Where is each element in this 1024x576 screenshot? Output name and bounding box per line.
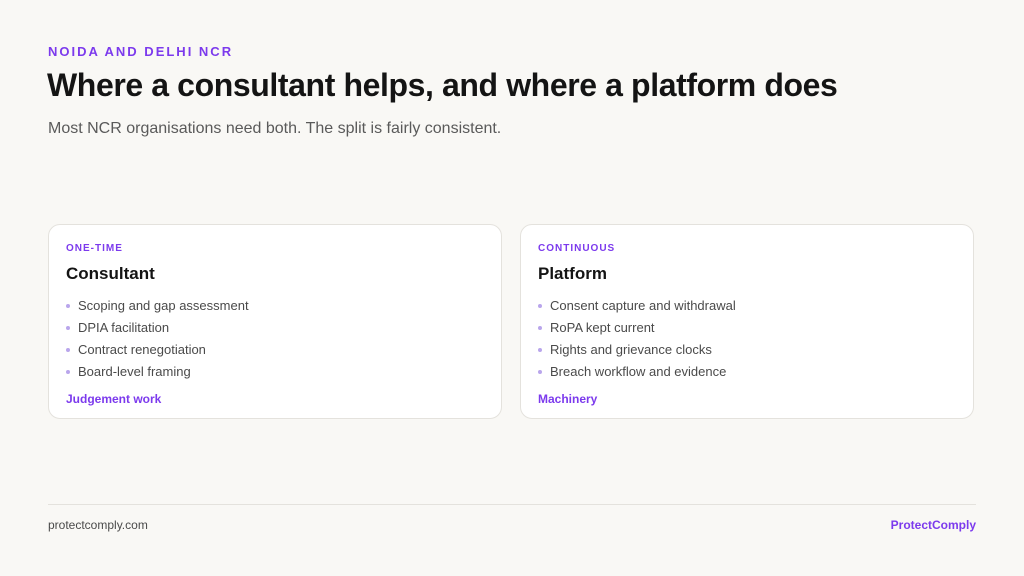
card-tag: CONTINUOUS [538, 243, 616, 254]
bullet-icon [538, 304, 542, 308]
consultant-card: ONE-TIME Consultant Scoping and gap asse… [48, 224, 502, 419]
bullet-icon [66, 370, 70, 374]
card-list: Consent capture and withdrawal RoPA kept… [538, 295, 956, 383]
card-title: Consultant [66, 264, 155, 283]
card-footer-label: Machinery [538, 392, 598, 406]
list-item-text: DPIA facilitation [78, 320, 170, 335]
card-list: Scoping and gap assessment DPIA facilita… [66, 295, 484, 383]
list-item: Board-level framing [66, 361, 484, 383]
card-tag: ONE-TIME [66, 243, 123, 254]
page-subtitle: Most NCR organisations need both. The sp… [48, 120, 502, 137]
site-url: protectcomply.com [48, 518, 148, 532]
bullet-icon [66, 348, 70, 352]
bullet-icon [538, 370, 542, 374]
list-item: DPIA facilitation [66, 317, 484, 339]
list-item: RoPA kept current [538, 317, 956, 339]
list-item-text: Board-level framing [78, 364, 191, 379]
bullet-icon [66, 304, 70, 308]
footer-divider [48, 504, 976, 505]
list-item-text: Consent capture and withdrawal [550, 298, 736, 313]
bullet-icon [538, 326, 542, 330]
list-item: Scoping and gap assessment [66, 295, 484, 317]
list-item: Consent capture and withdrawal [538, 295, 956, 317]
list-item-text: Breach workflow and evidence [550, 364, 727, 379]
list-item: Rights and grievance clocks [538, 339, 956, 361]
card-footer-label: Judgement work [66, 392, 162, 406]
list-item-text: RoPA kept current [550, 320, 655, 335]
list-item: Contract renegotiation [66, 339, 484, 361]
platform-card: CONTINUOUS Platform Consent capture and … [520, 224, 974, 419]
bullet-icon [538, 348, 542, 352]
bullet-icon [66, 326, 70, 330]
list-item: Breach workflow and evidence [538, 361, 956, 383]
eyebrow-label: NOIDA AND DELHI NCR [48, 44, 234, 59]
brand-name: ProtectComply [890, 518, 976, 532]
card-title: Platform [538, 264, 607, 283]
list-item-text: Contract renegotiation [78, 342, 206, 357]
page-title: Where a consultant helps, and where a pl… [47, 67, 838, 103]
list-item-text: Rights and grievance clocks [550, 342, 712, 357]
list-item-text: Scoping and gap assessment [78, 298, 249, 313]
